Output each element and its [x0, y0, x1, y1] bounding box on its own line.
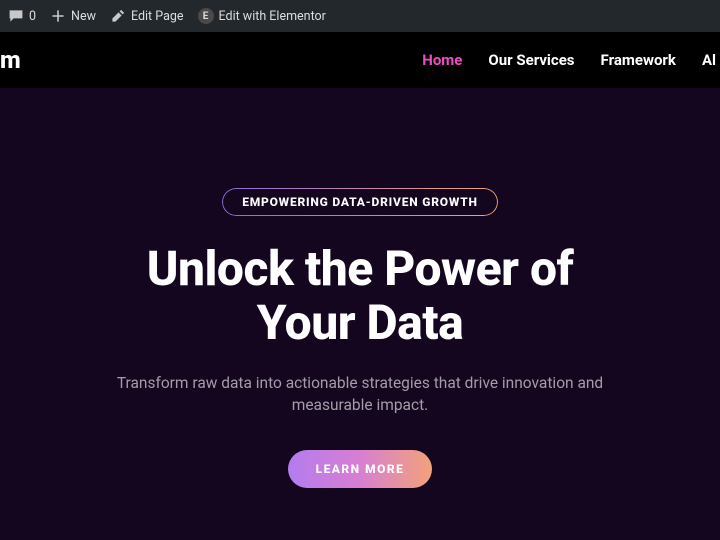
- learn-more-button[interactable]: LEARN MORE: [288, 450, 433, 488]
- hero-headline-line2: Your Data: [257, 294, 463, 351]
- plus-icon: [50, 8, 66, 24]
- wp-admin-bar: 0 New Edit Page E Edit with Elementor: [0, 0, 720, 32]
- hero-section: EMPOWERING DATA-DRIVEN GROWTH Unlock the…: [0, 88, 720, 488]
- wp-edit-elementor-button[interactable]: E Edit with Elementor: [198, 8, 326, 24]
- nav-our-services[interactable]: Our Services: [488, 51, 574, 69]
- pencil-icon: [110, 8, 126, 24]
- wp-comments-count: 0: [29, 9, 36, 24]
- wp-new-label: New: [71, 9, 96, 24]
- primary-nav: Home Our Services Framework Al: [422, 51, 720, 69]
- wp-edit-page-button[interactable]: Edit Page: [110, 8, 184, 24]
- hero-badge: EMPOWERING DATA-DRIVEN GROWTH: [222, 188, 498, 216]
- nav-home[interactable]: Home: [422, 51, 462, 69]
- hero-headline: Unlock the Power of Your Data: [0, 242, 720, 350]
- nav-about-fragment[interactable]: Al: [702, 51, 716, 69]
- wp-comments-button[interactable]: 0: [8, 8, 36, 24]
- logo-text-fragment: m: [0, 46, 20, 74]
- hero-badge-text: EMPOWERING DATA-DRIVEN GROWTH: [242, 195, 478, 209]
- hero-headline-line1: Unlock the Power of: [147, 240, 574, 297]
- site-header: m Home Our Services Framework Al: [0, 32, 720, 88]
- wp-edit-elementor-label: Edit with Elementor: [219, 9, 326, 24]
- hero-subhead: Transform raw data into actionable strat…: [80, 372, 640, 417]
- wp-edit-page-label: Edit Page: [131, 9, 184, 24]
- wp-new-button[interactable]: New: [50, 8, 96, 24]
- nav-framework[interactable]: Framework: [601, 51, 676, 69]
- elementor-icon: E: [198, 8, 214, 24]
- logo[interactable]: m: [0, 40, 56, 80]
- comment-icon: [8, 8, 24, 24]
